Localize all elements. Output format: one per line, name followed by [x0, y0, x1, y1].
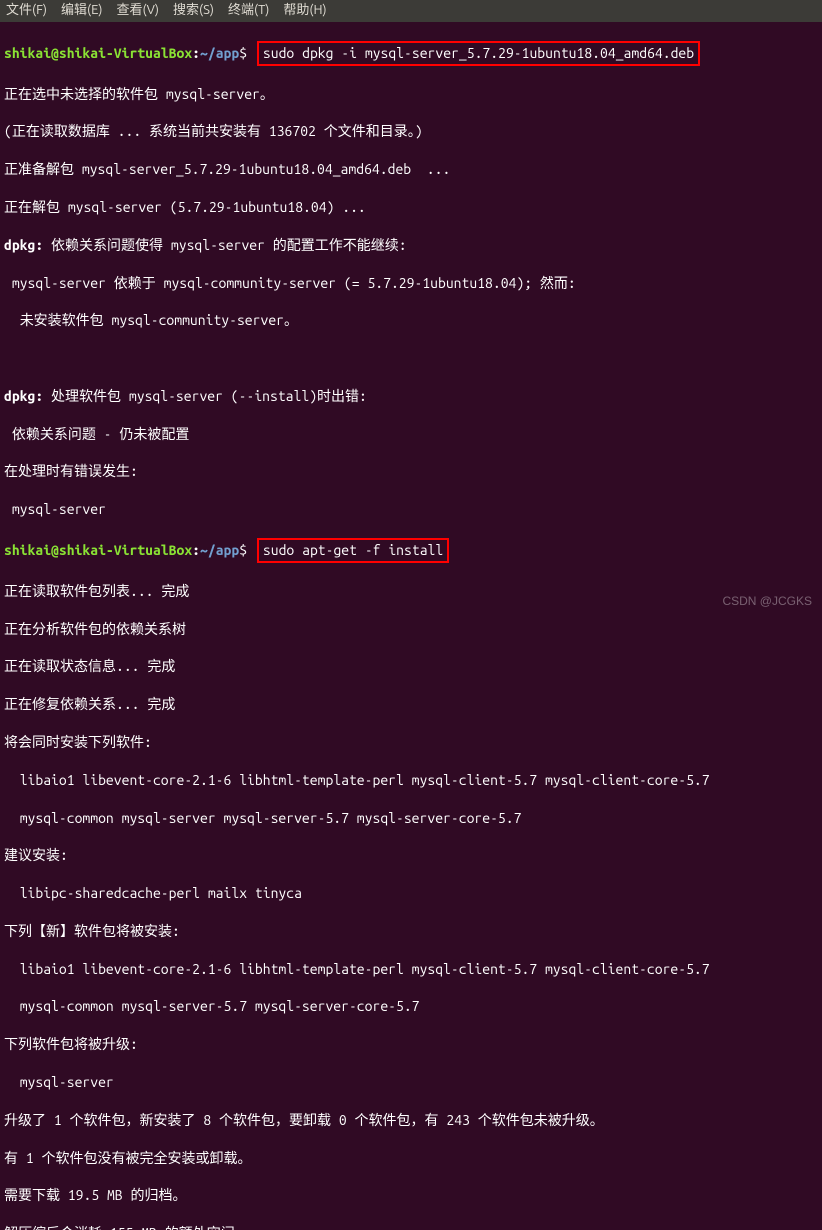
output-line: 正在修复依赖关系... 完成 [4, 695, 818, 714]
highlight-box-1: sudo dpkg -i mysql-server_5.7.29-1ubuntu… [257, 41, 700, 66]
output-line: 依赖关系问题 - 仍未被配置 [4, 425, 818, 444]
output-line: 正在解包 mysql-server (5.7.29-1ubuntu18.04) … [4, 198, 818, 217]
output-line: 下列软件包将被升级: [4, 1035, 818, 1054]
prompt-colon: : [192, 542, 200, 558]
prompt-user: shikai@shikai-VirtualBox [4, 45, 192, 61]
output-line: 正在分析软件包的依赖关系树 [4, 620, 818, 639]
output-line: 升级了 1 个软件包，新安装了 8 个软件包，要卸载 0 个软件包，有 243 … [4, 1111, 818, 1130]
prompt-user: shikai@shikai-VirtualBox [4, 542, 192, 558]
prompt-dollar: $ [239, 542, 247, 558]
output-line: mysql-server [4, 1073, 818, 1092]
output-line: libaio1 libevent-core-2.1-6 libhtml-temp… [4, 960, 818, 979]
output-line: 正在选中未选择的软件包 mysql-server。 [4, 85, 818, 104]
menu-search[interactable]: 搜索(S) [173, 2, 214, 20]
output-line: libipc-sharedcache-perl mailx tinyca [4, 884, 818, 903]
output-line: 正在读取状态信息... 完成 [4, 657, 818, 676]
dpkg-label: dpkg: [4, 388, 43, 404]
command-1: sudo dpkg -i mysql-server_5.7.29-1ubuntu… [263, 45, 694, 61]
output-line: 未安装软件包 mysql-community-server。 [4, 311, 818, 330]
output-text: 依赖关系问题使得 mysql-server 的配置工作不能继续: [43, 237, 406, 253]
menu-view[interactable]: 查看(V) [117, 2, 159, 20]
prompt-path: ~/app [200, 45, 239, 61]
output-line: 有 1 个软件包没有被完全安装或卸载。 [4, 1149, 818, 1168]
output-line: 正在读取软件包列表... 完成 [4, 582, 818, 601]
prompt-line-1: shikai@shikai-VirtualBox:~/app$ sudo dpk… [4, 41, 818, 66]
blank-line [4, 349, 818, 368]
output-line: mysql-common mysql-server mysql-server-5… [4, 809, 818, 828]
output-line: 下列【新】软件包将被安装: [4, 922, 818, 941]
menu-help[interactable]: 帮助(H) [283, 2, 326, 20]
output-line: 在处理时有错误发生: [4, 462, 818, 481]
output-line: dpkg: 处理软件包 mysql-server (--install)时出错: [4, 387, 818, 406]
output-line: (正在读取数据库 ... 系统当前共安装有 136702 个文件和目录。) [4, 122, 818, 141]
output-line: mysql-server 依赖于 mysql-community-server … [4, 274, 818, 293]
watermark: CSDN @JCGKS [722, 593, 812, 609]
output-line: dpkg: 依赖关系问题使得 mysql-server 的配置工作不能继续: [4, 236, 818, 255]
terminal-output[interactable]: shikai@shikai-VirtualBox:~/app$ sudo dpk… [0, 22, 822, 1230]
menu-terminal[interactable]: 终端(T) [228, 2, 269, 20]
highlight-box-2: sudo apt-get -f install [257, 538, 449, 563]
menu-file[interactable]: 文件(F) [6, 2, 47, 20]
output-text: 处理软件包 mysql-server (--install)时出错: [43, 388, 367, 404]
dpkg-label: dpkg: [4, 237, 43, 253]
prompt-path: ~/app [200, 542, 239, 558]
prompt-dollar: $ [239, 45, 247, 61]
prompt-line-2: shikai@shikai-VirtualBox:~/app$ sudo apt… [4, 538, 818, 563]
command-2: sudo apt-get -f install [263, 542, 443, 558]
output-line: mysql-server [4, 500, 818, 519]
output-line: mysql-common mysql-server-5.7 mysql-serv… [4, 997, 818, 1016]
output-line: 需要下载 19.5 MB 的归档。 [4, 1186, 818, 1205]
output-line: libaio1 libevent-core-2.1-6 libhtml-temp… [4, 771, 818, 790]
output-line: 正准备解包 mysql-server_5.7.29-1ubuntu18.04_a… [4, 160, 818, 179]
menu-edit[interactable]: 编辑(E) [61, 2, 102, 20]
output-line: 将会同时安装下列软件: [4, 733, 818, 752]
menubar: 文件(F) 编辑(E) 查看(V) 搜索(S) 终端(T) 帮助(H) [0, 0, 822, 22]
output-line: 建议安装: [4, 846, 818, 865]
prompt-colon: : [192, 45, 200, 61]
output-line: 解压缩后会消耗 155 MB 的额外空间。 [4, 1224, 818, 1230]
